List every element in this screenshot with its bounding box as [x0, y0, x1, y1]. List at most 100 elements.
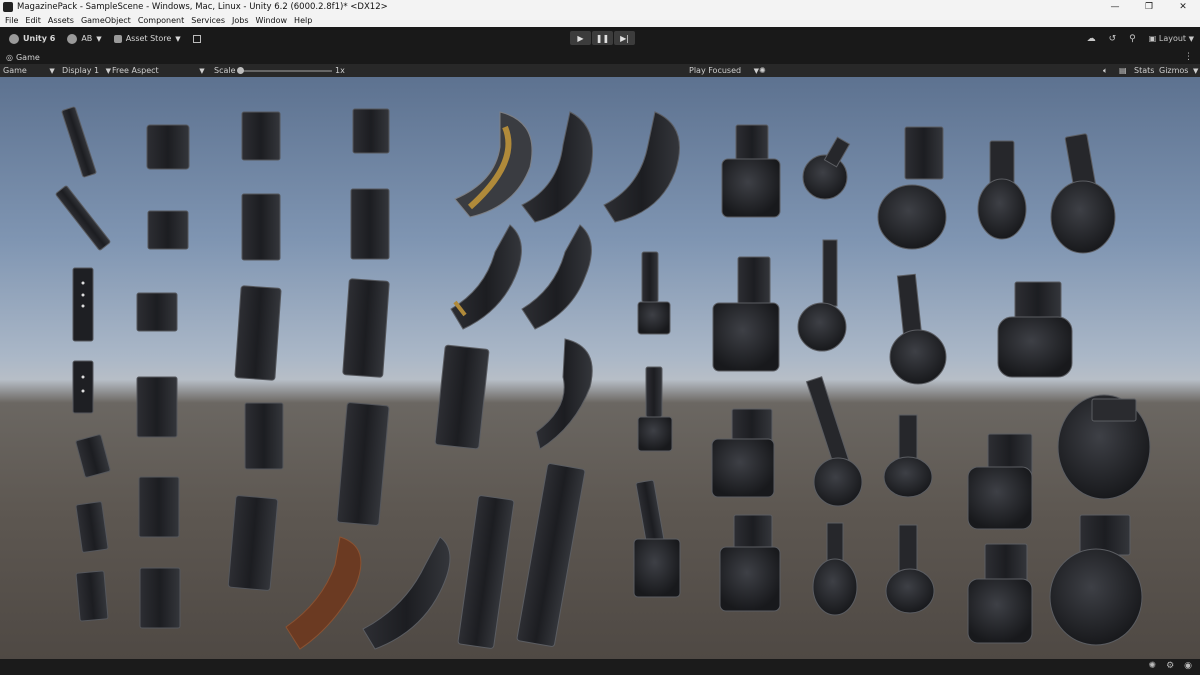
drum-magazine: [877, 126, 947, 250]
gamepad-icon: ◎: [6, 52, 13, 62]
tab-game-label: Game: [15, 52, 40, 62]
stacked-drum-magazine: [637, 366, 673, 452]
unity-logo-icon: [9, 33, 19, 44]
more-options-icon[interactable]: ⋮: [1184, 50, 1193, 64]
gizmos-dropdown[interactable]: Gizmos ▼: [1159, 64, 1198, 77]
play-controls: ▶ ❚❚ ▶|: [570, 31, 635, 45]
curved-magazine: [603, 111, 680, 223]
cloud-icon: [113, 34, 122, 43]
menu-services[interactable]: Services: [191, 16, 225, 25]
pause-button[interactable]: ❚❚: [592, 31, 613, 45]
mode-label: Game: [3, 66, 27, 75]
minimize-button[interactable]: —: [1098, 0, 1132, 14]
dual-drum-magazine: [719, 514, 781, 612]
unity-app-icon: [3, 2, 13, 12]
polymer-magazine: [434, 344, 490, 450]
chevron-down-icon: ▼: [175, 34, 181, 43]
box-magazine: [139, 567, 181, 629]
scale-slider-track[interactable]: [240, 70, 332, 72]
play-focused-label: Play Focused: [689, 66, 742, 75]
stacked-drum-magazine: [633, 479, 681, 598]
box-magazine: [136, 292, 178, 332]
search-icon[interactable]: ⚲: [1129, 34, 1136, 44]
scene-render: [55, 106, 1151, 650]
account-dropdown[interactable]: AB ▼: [64, 31, 104, 47]
chevron-down-icon: ▼: [49, 67, 55, 75]
package-button[interactable]: [190, 31, 204, 47]
rifle-magazine: [241, 111, 281, 161]
drum-magazine: [1050, 133, 1116, 254]
menu-jobs[interactable]: Jobs: [232, 16, 249, 25]
box-magazine: [147, 210, 189, 250]
package-icon: [192, 34, 201, 43]
pistol-magazine: [75, 501, 109, 553]
display-dropdown[interactable]: Display 1 ▼: [62, 64, 111, 77]
menu-component[interactable]: Component: [138, 16, 184, 25]
polymer-magazine: [352, 108, 390, 154]
layout-dropdown[interactable]: ▣ Layout ▼: [1149, 34, 1194, 43]
settings-icon[interactable]: ⚙: [1166, 661, 1174, 671]
large-drum-magazine: [1049, 514, 1143, 646]
audio-icon[interactable]: 🔈︎: [1103, 64, 1108, 77]
transparent-curved-magazine: [454, 111, 533, 218]
stats-button[interactable]: Stats: [1134, 64, 1154, 77]
maximize-button[interactable]: ❐: [1132, 0, 1166, 14]
step-button[interactable]: ▶|: [614, 31, 635, 45]
rifle-magazine: [244, 402, 284, 470]
aspect-dropdown[interactable]: Free Aspect ▼: [112, 64, 205, 77]
debug-bug-icon[interactable]: ✺: [759, 64, 766, 77]
display-label: Display 1: [62, 66, 100, 75]
pistol-magazine: [61, 106, 97, 178]
drum-magazine: [967, 433, 1033, 530]
asset-store-dropdown[interactable]: Asset Store ▼: [111, 31, 184, 47]
pistol-magazine: [75, 434, 111, 478]
menu-assets[interactable]: Assets: [48, 16, 74, 25]
rust-curved-magazine: [285, 536, 362, 650]
layout-icon: ▣: [1148, 34, 1157, 43]
drum-magazine: [812, 522, 858, 616]
dual-drum-magazine: [721, 124, 781, 218]
close-button[interactable]: ✕: [1166, 0, 1200, 14]
account-icon: [67, 33, 78, 44]
tab-game[interactable]: ◎ Game: [0, 53, 40, 62]
history-icon[interactable]: ↺: [1109, 34, 1117, 44]
menu-bar: File Edit Assets GameObject Component Se…: [0, 14, 1200, 27]
drum-magazine: [885, 524, 935, 614]
stats-toggle-icon[interactable]: ▤: [1119, 64, 1127, 77]
scale-slider-thumb[interactable]: [237, 67, 244, 74]
menu-window[interactable]: Window: [256, 16, 288, 25]
stacked-drum-magazine: [637, 251, 671, 335]
layout-label: Layout: [1158, 34, 1187, 43]
play-button[interactable]: ▶: [570, 31, 591, 45]
rifle-magazine: [227, 495, 279, 591]
dual-drum-magazine: [712, 256, 780, 372]
drum-magazine: [805, 376, 863, 507]
polymer-magazine: [350, 188, 390, 260]
curved-magazine: [535, 338, 593, 450]
window-title: MagazinePack - SampleScene - Windows, Ma…: [17, 2, 388, 12]
drum-magazine: [997, 281, 1073, 378]
menu-file[interactable]: File: [5, 16, 18, 25]
debug-icon[interactable]: ✺: [1149, 661, 1157, 671]
pistol-magazine: [75, 570, 109, 622]
unity-version-button[interactable]: Unity 6: [6, 31, 58, 47]
game-viewport[interactable]: [0, 77, 1200, 659]
curved-magazine: [362, 536, 451, 650]
window-title-bar: MagazinePack - SampleScene - Windows, Ma…: [0, 0, 1200, 14]
polymer-magazine: [342, 278, 390, 378]
pistol-magazine: [55, 185, 111, 251]
aspect-label: Free Aspect: [112, 66, 159, 75]
rifle-magazine: [516, 463, 586, 647]
cloud-icon[interactable]: ☁: [1087, 34, 1096, 44]
unity-version-label: Unity 6: [23, 34, 56, 43]
drum-magazine: [889, 273, 947, 385]
toolbar-right: ☁ ↺ ⚲ ▣ Layout ▼: [1087, 27, 1194, 50]
mode-dropdown[interactable]: Game ▼: [3, 64, 55, 77]
dual-drum-magazine: [711, 408, 775, 498]
menu-help[interactable]: Help: [294, 16, 312, 25]
menu-gameobject[interactable]: GameObject: [81, 16, 131, 25]
layers-icon[interactable]: ◉: [1184, 661, 1192, 671]
curved-magazine: [450, 224, 522, 330]
menu-edit[interactable]: Edit: [25, 16, 41, 25]
play-focused-dropdown[interactable]: Play Focused ▼: [689, 64, 759, 77]
